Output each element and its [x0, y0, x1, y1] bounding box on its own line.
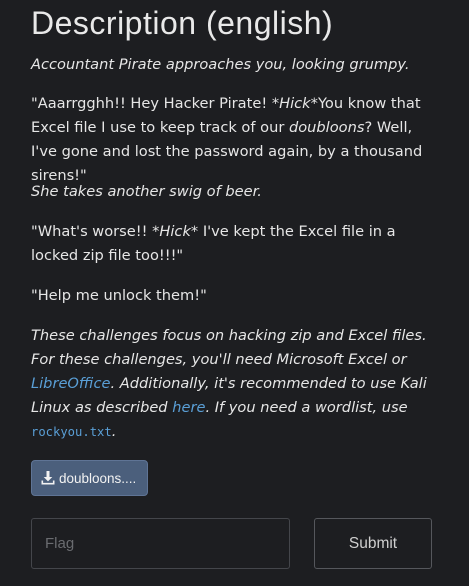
doubloons-emphasis: doubloons [288, 119, 365, 136]
dialogue-paragraph-3: "Help me unlock them!" [31, 287, 207, 304]
download-icon [41, 471, 55, 485]
narration-paragraph: She takes another swig of beer. [31, 183, 262, 200]
download-file-label: doubloons.... [59, 470, 137, 486]
instructions-text: . If you need a wordlist, use [205, 399, 408, 416]
intro-paragraph: Accountant Pirate approaches you, lookin… [31, 56, 410, 73]
submit-button[interactable]: Submit [314, 518, 432, 569]
libreoffice-link[interactable]: LibreOffice [31, 375, 111, 392]
hick-text: *Hick* [271, 95, 318, 112]
hick-text: *Hick* [152, 223, 199, 240]
rockyou-link[interactable]: rockyou.txt [31, 423, 112, 440]
dialogue-paragraph-1: "Aaarrgghh!! Hey Hacker Pirate! *Hick*Yo… [31, 92, 441, 188]
rockyou-code: rockyou.txt [31, 425, 112, 439]
instructions-paragraph: These challenges focus on hacking zip an… [31, 324, 441, 444]
kali-guide-link[interactable]: here [172, 399, 205, 416]
instructions-text: These challenges focus on hacking zip an… [31, 327, 427, 368]
page-title: Description (english) [31, 5, 334, 41]
download-file-button[interactable]: doubloons.... [31, 460, 148, 496]
dialogue-text: "What's worse!! [31, 223, 153, 240]
dialogue-paragraph-2: "What's worse!! *Hick* I've kept the Exc… [31, 220, 441, 268]
dialogue-text: "Aaarrgghh!! Hey Hacker Pirate! [31, 95, 272, 112]
instructions-text: . [111, 423, 117, 440]
flag-input[interactable] [31, 518, 290, 569]
